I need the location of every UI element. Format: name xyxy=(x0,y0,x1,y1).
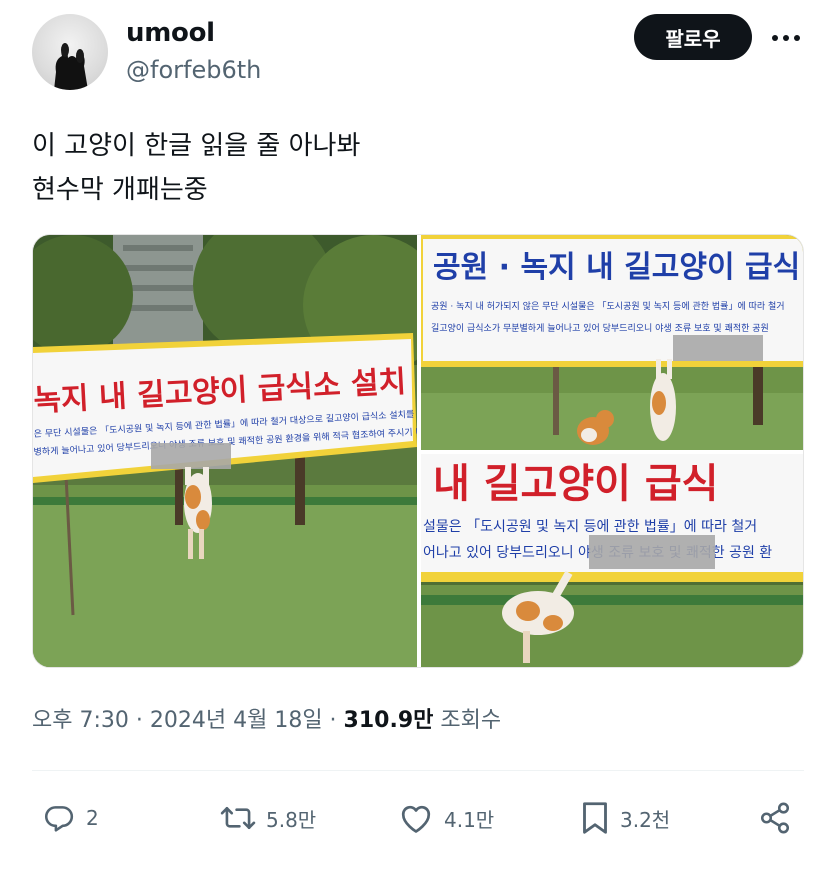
share-icon xyxy=(760,802,790,834)
reply-button[interactable]: 2 xyxy=(42,790,99,846)
retweet-count: 5.8만 xyxy=(266,807,317,832)
tweet-time[interactable]: 오후 7:30 xyxy=(32,708,129,733)
bookmark-icon xyxy=(583,802,607,834)
media-grid[interactable]: 녹지 내 길고양이 급식소 설치 금지 은 무단 시설물은 「도시공원 및 녹지… xyxy=(32,234,804,668)
photo-top-right[interactable]: 공원 · 녹지 내 길고양이 급식 공원 · 녹지 내 허가되지 않은 무단 시… xyxy=(421,235,804,450)
banner-title-3: 내 길고양이 급식 xyxy=(433,461,718,507)
banner-body-2a: 공원 · 녹지 내 허가되지 않은 무단 시설물은 「도시공원 및 녹지 등에 … xyxy=(431,300,785,312)
like-button[interactable]: 4.1만 xyxy=(398,790,494,846)
view-label: 조회수 xyxy=(433,708,502,733)
reply-count: 2 xyxy=(86,806,99,830)
banner-title-2: 공원 · 녹지 내 길고양이 급식 xyxy=(433,250,800,285)
divider xyxy=(32,770,804,771)
tweet-line-1: 이 고양이 한글 읽을 줄 아나봐 xyxy=(32,131,361,161)
bookmark-button[interactable]: 3.2천 xyxy=(580,790,670,846)
avatar[interactable] xyxy=(32,14,108,90)
heart-icon xyxy=(401,805,431,833)
banner-body-2b: 길고양이 급식소가 무분별하게 늘어나고 있어 당부드리오니 야생 조류 보호 … xyxy=(431,322,769,334)
photo-left[interactable]: 녹지 내 길고양이 급식소 설치 금지 은 무단 시설물은 「도시공원 및 녹지… xyxy=(33,235,473,668)
retweet-icon xyxy=(220,806,256,830)
meta-separator: · xyxy=(128,708,150,733)
media-photos: 녹지 내 길고양이 급식소 설치 금지 은 무단 시설물은 「도시공원 및 녹지… xyxy=(33,235,804,668)
like-count: 4.1만 xyxy=(444,807,495,832)
photo-bottom-right[interactable]: 내 길고양이 급식 설물은 「도시공원 및 녹지 등에 관한 법률」에 따라 철… xyxy=(421,454,804,668)
view-count: 310.9만 xyxy=(343,708,434,733)
tweet-date[interactable]: 2024년 4월 18일 xyxy=(150,708,323,733)
user-handle[interactable]: @forfeb6th xyxy=(126,56,261,84)
bookmark-count: 3.2천 xyxy=(620,807,671,832)
action-bar: 2 5.8만 4.1만 3.2천 xyxy=(32,790,804,846)
more-icon[interactable] xyxy=(768,26,804,50)
tweet-line-2: 현수막 개패는중 xyxy=(32,175,208,205)
reply-icon xyxy=(44,806,74,832)
tweet-text: 이 고양이 한글 읽을 줄 아나봐 현수막 개패는중 xyxy=(32,124,802,212)
display-name[interactable]: umool xyxy=(126,18,215,48)
follow-button[interactable]: 팔로우 xyxy=(634,14,752,60)
share-button[interactable] xyxy=(758,790,792,846)
retweet-button[interactable]: 5.8만 xyxy=(220,790,316,846)
meta-separator: · xyxy=(322,708,344,733)
avatar-image xyxy=(54,43,88,90)
tweet-meta: 오후 7:30 · 2024년 4월 18일 · 310.9만 조회수 xyxy=(32,702,501,734)
tweet-header: umool @forfeb6th 팔로우 xyxy=(32,14,812,94)
banner-body-3a: 설물은 「도시공원 및 녹지 등에 관한 법률」에 따라 철거 xyxy=(423,519,757,535)
